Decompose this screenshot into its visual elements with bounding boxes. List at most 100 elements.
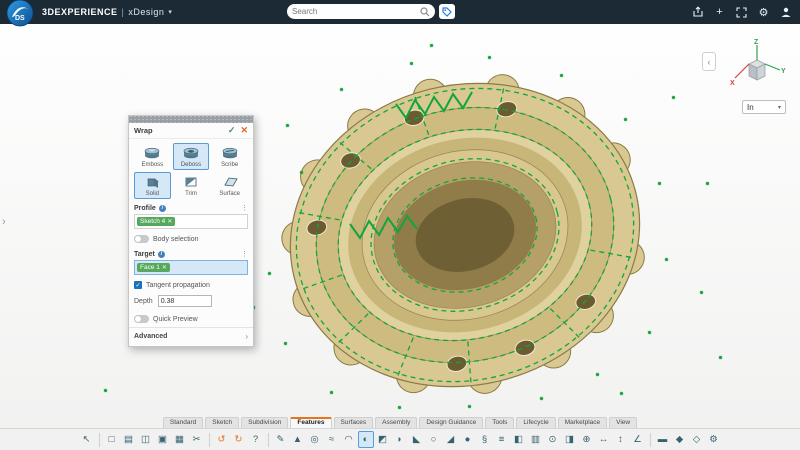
option-deboss[interactable]: Deboss [173,143,210,170]
confirm-icon[interactable]: ✓ [228,125,236,136]
tab-standard[interactable]: Standard [163,417,203,428]
remove-icon[interactable]: ✕ [167,218,172,225]
thicken-icon[interactable]: ◩ [375,431,391,448]
fillet-icon[interactable]: ◗ [392,431,408,448]
save-icon[interactable]: ◫ [138,431,154,448]
shell-icon[interactable]: ○ [426,431,442,448]
viewport-canvas[interactable]: Z X Y In ▾ ‹ › Wrap ✓ ✕ [0,0,800,450]
info-icon: i [159,205,166,212]
draft-icon[interactable]: ◢ [443,431,459,448]
tab-marketplace[interactable]: Marketplace [558,417,607,428]
share-icon[interactable] [691,6,704,19]
settings-gear-icon[interactable]: ⚙ [757,6,770,19]
option-trim[interactable]: Trim [173,172,210,199]
toggle-switch[interactable] [134,235,149,243]
sketch-icon[interactable]: ✎ [273,431,289,448]
collapse-panel-button[interactable]: ‹ [702,52,716,71]
tab-assembly[interactable]: Assembly [375,417,417,428]
rib-icon[interactable]: ≡ [494,431,510,448]
revolve-icon[interactable]: ◎ [307,431,323,448]
overflow-menu-icon[interactable]: ⋮ [241,250,248,258]
toolbar-separator [268,433,269,447]
combine-icon[interactable]: ⊕ [579,431,595,448]
remove-icon[interactable]: ✕ [162,264,167,271]
tab-features[interactable]: Features [290,417,331,428]
tab-subdivision[interactable]: Subdivision [241,417,288,428]
new-document-icon[interactable]: □ [104,431,120,448]
tab-sketch[interactable]: Sketch [205,417,239,428]
view-triad[interactable]: Z X Y [728,36,786,96]
target-chip[interactable]: Face 1 ✕ [137,263,170,272]
paste-icon[interactable]: ▦ [172,431,188,448]
app-name: xDesign [128,7,164,17]
body-selection-toggle[interactable]: Body selection [129,231,253,247]
model-3d[interactable] [0,0,800,450]
pattern-circular-icon[interactable]: ⊙ [545,431,561,448]
wrap-icon[interactable]: ◐ [358,431,374,448]
undo-icon[interactable]: ↺ [214,431,230,448]
measure-icon[interactable]: ∠ [630,431,646,448]
toolbar-separator [650,433,651,447]
top-bar: DS 3DEXPERIENCE | xDesign ▾ + [0,0,800,24]
scale-icon[interactable]: ↕ [613,431,629,448]
search-input[interactable] [292,7,420,16]
expand-left-panel-button[interactable]: › [2,216,6,228]
app-switcher-caret-icon[interactable]: ▾ [168,8,172,16]
tag-filter-icon[interactable] [439,4,455,19]
profile-chip[interactable]: Sketch 4 ✕ [137,217,175,226]
cut-icon[interactable]: ✂ [189,431,205,448]
move-icon[interactable]: ↔ [596,431,612,448]
chamfer-icon[interactable]: ◣ [409,431,425,448]
fullscreen-icon[interactable] [735,6,748,19]
mirror-icon[interactable]: ◧ [511,431,527,448]
dialog-drag-handle[interactable] [129,116,253,123]
redo-icon[interactable]: ↻ [231,431,247,448]
close-icon[interactable]: ✕ [240,125,248,136]
3dexperience-logo-icon[interactable]: DS [5,0,35,28]
scribe-icon [221,146,239,161]
search-icon[interactable] [420,7,430,17]
profile-selection-field[interactable]: Sketch 4 ✕ [134,214,248,229]
thread-icon[interactable]: § [477,431,493,448]
target-selection-field[interactable]: Face 1 ✕ [134,260,248,275]
search-bar [287,4,455,19]
advanced-expander[interactable]: Advanced › [129,327,253,346]
target-label: Target [134,251,155,258]
split-icon[interactable]: ◨ [562,431,578,448]
select-icon[interactable]: ↖ [79,431,95,448]
option-scribe[interactable]: Scribe [211,143,248,170]
overflow-menu-icon[interactable]: ⋮ [241,204,248,212]
brand-name: 3DEXPERIENCE [42,7,118,17]
user-avatar-icon[interactable] [779,6,792,19]
depth-input[interactable] [158,295,212,307]
profile-section: Profile i ⋮ Sketch 4 ✕ [129,201,253,231]
copy-icon[interactable]: ▣ [155,431,171,448]
tab-lifecycle[interactable]: Lifecycle [516,417,555,428]
appearance-icon[interactable]: ◇ [689,431,705,448]
tab-tools[interactable]: Tools [485,417,514,428]
hole-icon[interactable]: ● [460,431,476,448]
quick-preview-toggle[interactable]: Quick Preview [129,311,253,327]
help-icon[interactable]: ? [248,431,264,448]
toolbar-separator [99,433,100,447]
option-emboss[interactable]: Emboss [134,143,171,170]
pattern-linear-icon[interactable]: ▥ [528,431,544,448]
option-surface[interactable]: Surface [211,172,248,199]
tab-design-guidance[interactable]: Design Guidance [419,417,483,428]
svg-text:DS: DS [15,15,25,22]
tab-surfaces[interactable]: Surfaces [334,417,374,428]
settings-icon[interactable]: ⚙ [706,431,722,448]
material-icon[interactable]: ◆ [672,431,688,448]
tangent-propagation-checkbox[interactable]: ✓ Tangent propagation [129,277,253,293]
tab-view[interactable]: View [609,417,637,428]
loft-icon[interactable]: ◠ [341,431,357,448]
extrude-icon[interactable]: ▲ [290,431,306,448]
open-icon[interactable]: ▤ [121,431,137,448]
units-dropdown[interactable]: In ▾ [742,100,786,114]
sweep-icon[interactable]: ≈ [324,431,340,448]
toggle-switch[interactable] [134,315,149,323]
section-icon[interactable]: ▬ [655,431,671,448]
option-solid[interactable]: Solid [134,172,171,199]
add-icon[interactable]: + [713,6,726,19]
checkbox-check-icon[interactable]: ✓ [134,281,142,289]
